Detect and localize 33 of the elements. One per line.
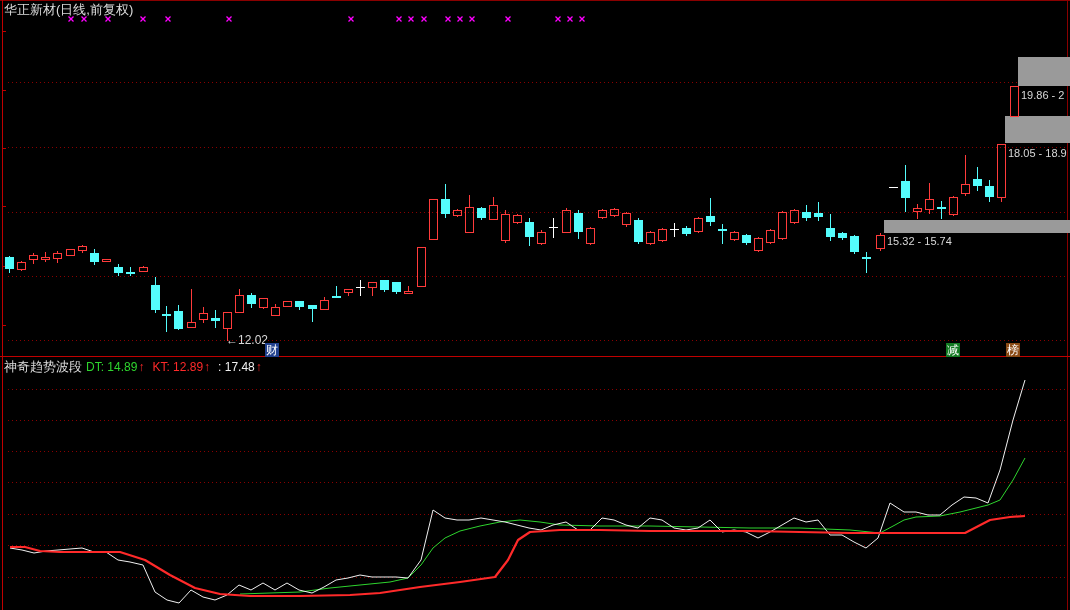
cross-marker-icon [225, 15, 233, 23]
cross-marker-icon [164, 15, 172, 23]
cross-marker-icon [104, 15, 112, 23]
indicator-value: KT: 12.89 [152, 360, 204, 375]
price-zone-band [1018, 57, 1070, 86]
chart-title: 华正新材(日线,前复权) [4, 2, 134, 17]
trend-arrow: ↑ [255, 360, 262, 375]
price-range-label: 15.32 - 15.74 [887, 235, 952, 248]
trend-arrow: ↑ [138, 360, 145, 375]
cross-marker-icon [566, 15, 574, 23]
cross-marker-icon [554, 15, 562, 23]
cross-marker-icon [395, 15, 403, 23]
price-range-label: 18.05 - 18.9 [1008, 147, 1067, 160]
event-tag: 榜 [1006, 343, 1020, 357]
event-tag: 减 [946, 343, 960, 357]
cross-marker-icon [347, 15, 355, 23]
cross-marker-icon [444, 15, 452, 23]
cross-marker-icon [139, 15, 147, 23]
trend-arrow: ↑ [204, 360, 211, 375]
price-zone-band [1005, 116, 1070, 143]
cross-marker-icon [456, 15, 464, 23]
cross-marker-icon [578, 15, 586, 23]
indicator-value: : 17.48 [218, 360, 255, 375]
indicator-value: DT: 14.89 [86, 360, 138, 375]
cross-marker-icon [504, 15, 512, 23]
cross-marker-icon [67, 15, 75, 23]
event-tag: 财 [265, 343, 279, 357]
cross-marker-icon [80, 15, 88, 23]
price-range-label: 19.86 - 2 [1021, 89, 1065, 102]
cross-marker-icon [468, 15, 476, 23]
cross-marker-icon [420, 15, 428, 23]
cross-marker-icon [407, 15, 415, 23]
indicator-title: 神奇趋势波段 [4, 359, 82, 374]
